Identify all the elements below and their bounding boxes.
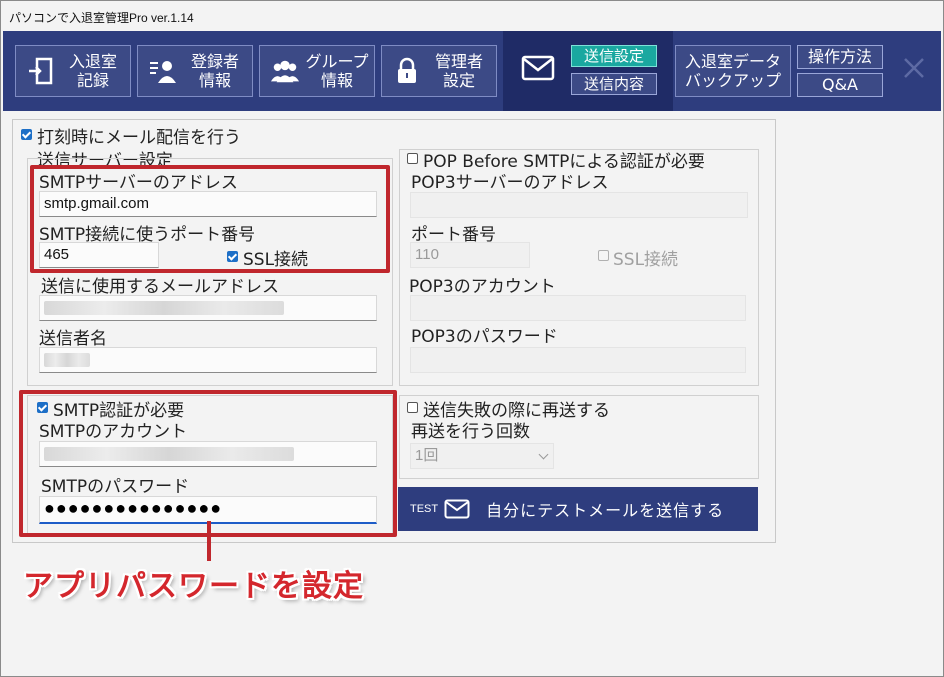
title-bar: パソコンで入退室管理Pro ver.1.14 <box>1 1 943 31</box>
retry-count-value: 1回 <box>415 447 439 464</box>
close-icon[interactable] <box>901 55 931 85</box>
chevron-down-icon <box>538 449 549 460</box>
pop-password-label: POP3のパスワード <box>411 327 558 347</box>
sender-address-label: 送信に使用するメールアドレス <box>41 277 279 297</box>
registrant-info-button[interactable]: 登録者 情報 <box>137 45 253 97</box>
registrant-info-label: 登録者 情報 <box>190 52 239 90</box>
lock-icon <box>392 56 422 86</box>
sender-address-input[interactable] <box>39 295 377 321</box>
window-title: パソコンで入退室管理Pro ver.1.14 <box>9 11 194 25</box>
smtp-server-highlight <box>30 165 390 273</box>
pop-enable-checkbox[interactable] <box>407 153 418 164</box>
user-list-icon <box>148 56 178 86</box>
retry-count-select[interactable]: 1回 <box>410 443 554 469</box>
sender-name-input[interactable] <box>39 347 377 373</box>
test-button-label: 自分にテストメールを送信する <box>486 501 725 520</box>
group-users-icon <box>270 56 300 86</box>
annotation-text: アプリパスワードを設定 <box>23 569 364 604</box>
data-backup-button[interactable]: 入退室データ バックアップ <box>675 45 791 97</box>
pop-account-label: POP3のアカウント <box>409 277 556 297</box>
enable-mail-checkbox[interactable] <box>21 129 32 140</box>
main-toolbar: 入退室 記録 登録者 情報 グループ 情報 管理者 設定 送信設定 送信内容 入… <box>3 31 941 111</box>
group-info-label: グループ 情報 <box>305 52 369 90</box>
data-backup-label: 入退室データ バックアップ <box>684 52 781 90</box>
mail-icon[interactable] <box>521 55 555 85</box>
app-window: パソコンで入退室管理Pro ver.1.14 入退室 記録 登録者 情報 グルー… <box>0 0 944 677</box>
attendance-record-label: 入退室 記録 <box>68 52 117 90</box>
pop-port-input[interactable]: 110 <box>410 242 530 268</box>
faq-button[interactable]: Q&A <box>797 73 883 97</box>
enable-mail-label: 打刻時にメール配信を行う <box>37 128 241 148</box>
tab-send-settings[interactable]: 送信設定 <box>571 45 657 67</box>
tab-send-content[interactable]: 送信内容 <box>571 73 657 95</box>
annotation-leader-line <box>207 521 211 561</box>
admin-settings-label: 管理者 設定 <box>434 52 483 90</box>
mail-settings-group: 送信設定 送信内容 <box>503 31 673 111</box>
redacted-value <box>44 353 90 368</box>
admin-settings-button[interactable]: 管理者 設定 <box>381 45 497 97</box>
pop-server-label: POP3サーバーのアドレス <box>411 173 609 193</box>
attendance-record-button[interactable]: 入退室 記録 <box>15 45 131 97</box>
pop-ssl-label: SSL接続 <box>613 250 679 270</box>
group-info-button[interactable]: グループ 情報 <box>259 45 375 97</box>
pop-account-input[interactable] <box>410 295 746 321</box>
manual-button[interactable]: 操作方法 <box>797 45 883 69</box>
send-test-mail-button[interactable]: TEST 自分にテストメールを送信する <box>398 487 758 531</box>
retry-count-label: 再送を行う回数 <box>411 422 530 442</box>
pop-server-input[interactable] <box>410 192 748 218</box>
door-exit-icon <box>26 56 56 86</box>
smtp-auth-highlight <box>19 390 397 537</box>
test-prefix: TEST <box>410 503 439 515</box>
retry-enable-checkbox[interactable] <box>407 402 418 413</box>
pop-ssl-checkbox[interactable] <box>598 250 609 261</box>
pop-password-input[interactable] <box>410 347 746 373</box>
redacted-value <box>44 301 284 316</box>
mail-icon <box>444 499 470 519</box>
sender-name-label: 送信者名 <box>39 329 107 349</box>
